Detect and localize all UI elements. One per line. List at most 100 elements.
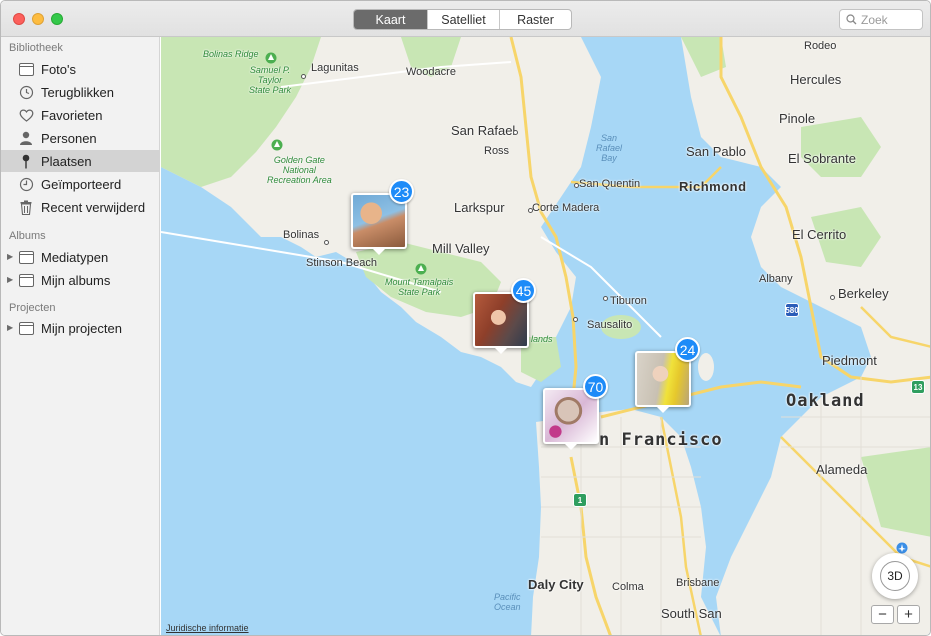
water-label-pacific-ocean: Pacific Ocean <box>494 592 521 612</box>
photo-count-badge: 23 <box>389 179 414 204</box>
place-label-hercules: Hercules <box>790 72 842 87</box>
photo-cluster-pin[interactable]: 45 <box>473 278 536 354</box>
place-label-daly-city: Daly City <box>528 577 584 592</box>
place-label-larkspur: Larkspur <box>454 200 505 215</box>
search-placeholder: Zoek <box>861 12 888 27</box>
place-label-south-san: South San <box>661 606 722 621</box>
place-label-san-quentin: San Quentin <box>579 178 641 190</box>
close-window-button[interactable] <box>13 13 25 25</box>
place-label-colma: Colma <box>612 581 644 593</box>
zoom-out-button[interactable]: − <box>871 605 894 624</box>
highway-shield-13: 13 <box>911 380 925 394</box>
place-label-corte-madera: Corte Madera <box>532 202 600 214</box>
town-dot <box>603 296 608 301</box>
sidebar-item-imported[interactable]: Geïmporteerd <box>1 173 160 195</box>
folder-icon <box>18 249 34 265</box>
place-label-oakland: Oakland <box>786 391 865 411</box>
town-dot <box>301 74 306 79</box>
town-dot <box>324 240 329 245</box>
segment-kaart[interactable]: Kaart <box>354 10 427 29</box>
sidebar-item-places[interactable]: Plaatsen <box>1 150 160 172</box>
place-label-lands: lands <box>531 334 553 344</box>
disclosure-triangle-icon[interactable]: ▶ <box>7 275 13 284</box>
highway-shield-580: 580 <box>785 303 799 317</box>
title-bar: Kaart Satelliet Raster Zoek <box>1 1 930 37</box>
photos-icon <box>18 61 34 77</box>
place-label-san-francisco: n Francisco <box>599 430 723 450</box>
park-label-mount-tamalpais: Mount Tamalpais State Park <box>385 277 454 297</box>
sidebar-item-label: Geïmporteerd <box>41 176 122 192</box>
place-label-alameda: Alameda <box>816 462 868 477</box>
sidebar-item-my-projects[interactable]: ▶ Mijn projecten <box>1 317 160 339</box>
magnifying-glass-icon <box>846 14 857 25</box>
place-label-sausalito: Sausalito <box>587 319 633 331</box>
sidebar-item-memories[interactable]: Terugblikken <box>1 81 160 103</box>
sidebar-item-my-albums[interactable]: ▶ Mijn albums <box>1 269 160 291</box>
place-label-richmond: Richmond <box>679 179 747 194</box>
town-dot <box>513 130 518 135</box>
sidebar-item-label: Favorieten <box>41 107 103 123</box>
place-label-tiburon: Tiburon <box>610 295 647 307</box>
segment-satelliet[interactable]: Satelliet <box>427 10 499 29</box>
heart-icon <box>18 107 34 123</box>
photo-count-badge: 70 <box>583 374 608 399</box>
memories-icon <box>18 84 34 100</box>
segment-raster[interactable]: Raster <box>499 10 571 29</box>
town-dot <box>573 317 578 322</box>
town-dot <box>574 183 579 188</box>
photo-cluster-pin[interactable]: 70 <box>543 374 608 450</box>
place-label-lagunitas: Lagunitas <box>311 62 359 74</box>
sidebar-item-people[interactable]: Personen <box>1 127 160 149</box>
sidebar-item-favorites[interactable]: Favorieten <box>1 104 160 126</box>
park-label-golden-gate: Golden Gate National Recreation Area <box>267 155 332 185</box>
place-label-san-pablo: San Pablo <box>686 144 746 159</box>
folder-icon <box>18 320 34 336</box>
sidebar-item-label: Mijn projecten <box>41 320 122 336</box>
search-field[interactable]: Zoek <box>839 9 923 30</box>
park-marker-icon <box>415 263 427 275</box>
folder-icon <box>18 272 34 288</box>
town-dot <box>830 295 835 300</box>
disclosure-triangle-icon[interactable]: ▶ <box>7 323 13 332</box>
sidebar-item-label: Foto's <box>41 61 76 77</box>
sidebar-item-media-types[interactable]: ▶ Mediatypen <box>1 246 160 268</box>
place-label-bolinas: Bolinas <box>283 229 320 241</box>
place-label-san-rafael: San Rafael <box>451 123 516 138</box>
view-mode-segmented-control: Kaart Satelliet Raster <box>353 9 572 30</box>
sidebar-item-label: Mijn albums <box>41 272 111 288</box>
place-label-el-sobrante: El Sobrante <box>788 151 856 166</box>
place-label-ross: Ross <box>484 145 510 157</box>
highway-shield-1: 1 <box>573 493 587 507</box>
sidebar-item-photos[interactable]: Foto's <box>1 58 160 80</box>
park-marker-icon <box>271 139 283 151</box>
pin-icon <box>18 153 34 169</box>
sidebar-item-recently-deleted[interactable]: Recent verwijderd <box>1 196 160 218</box>
disclosure-triangle-icon[interactable]: ▶ <box>7 252 13 261</box>
compass-3d-button[interactable]: 3D <box>872 553 918 599</box>
place-label-brisbane: Brisbane <box>676 577 720 589</box>
sidebar-item-label: Recent verwijderd <box>41 199 146 215</box>
minimize-window-button[interactable] <box>32 13 44 25</box>
sidebar-item-label: Personen <box>41 130 97 146</box>
section-title-library: Bibliotheek <box>9 42 63 54</box>
photo-cluster-pin[interactable]: 23 <box>351 179 414 255</box>
photos-window: Kaart Satelliet Raster Zoek Bibliotheek … <box>0 0 931 636</box>
zoom-window-button[interactable] <box>51 13 63 25</box>
place-label-piedmont: Piedmont <box>822 353 877 368</box>
water-label-san-rafael-bay: San Rafael Bay <box>596 133 623 163</box>
place-label-rodeo: Rodeo <box>804 40 837 52</box>
compass-label: 3D <box>887 569 903 583</box>
place-label-berkeley: Berkeley <box>838 286 889 301</box>
clock-icon <box>18 176 34 192</box>
park-label-samuel-taylor: Samuel P. Taylor State Park <box>249 65 292 95</box>
place-label-woodacre: Woodacre <box>406 66 456 78</box>
zoom-in-button[interactable]: + <box>897 605 920 624</box>
photo-count-badge: 24 <box>675 337 700 362</box>
sidebar-item-label: Mediatypen <box>41 249 109 265</box>
legal-info-link[interactable]: Juridische informatie <box>166 623 249 633</box>
photo-count-badge: 45 <box>511 278 536 303</box>
trash-icon <box>18 199 34 215</box>
photo-cluster-pin[interactable]: 24 <box>635 337 700 413</box>
places-map[interactable]: Lagunitas Woodacre San Rafael Ross San Q… <box>161 37 930 635</box>
town-dot <box>528 208 533 213</box>
